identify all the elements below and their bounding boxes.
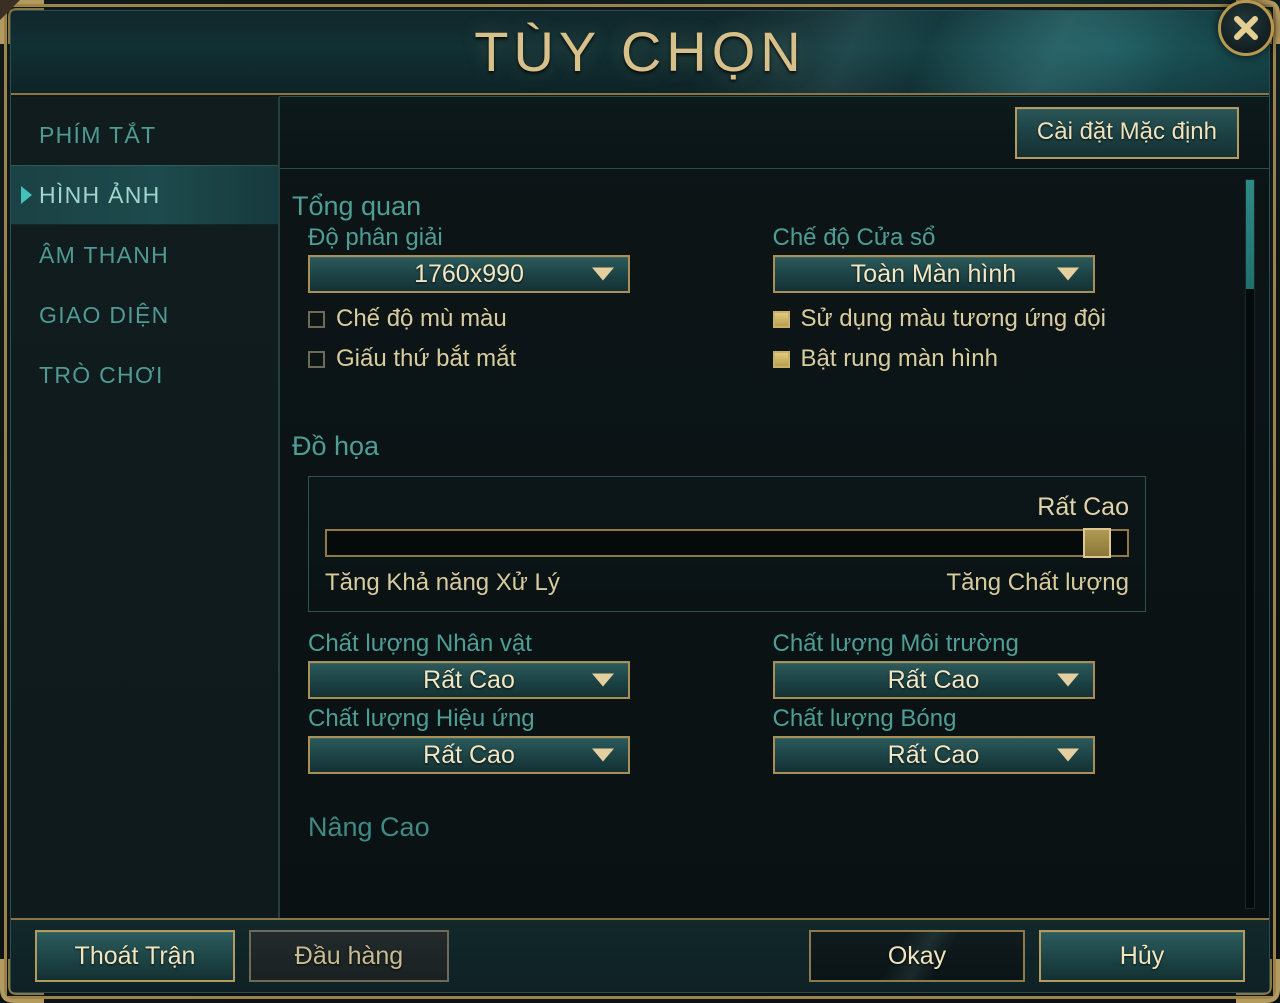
active-arrow-icon xyxy=(21,186,32,204)
graphics-quality-slider[interactable] xyxy=(325,528,1129,558)
shadow-quality-dropdown[interactable]: Rất Cao xyxy=(772,736,1095,774)
sidebar-item-video[interactable]: HÌNH ẢNH xyxy=(11,165,278,225)
sidebar-item-hotkeys[interactable]: PHÍM TẮT xyxy=(11,105,278,165)
title-bar: TÙY CHỌN xyxy=(11,11,1269,95)
resolution-label: Độ phân giải xyxy=(308,224,443,251)
character-quality-value: Rất Cao xyxy=(423,665,515,694)
footer-left-actions: Thoát Trận Đầu hàng xyxy=(35,930,449,982)
quality-row-1: Chất lượng Nhân vật Rất Cao Chất lượng M… xyxy=(292,630,1233,699)
quality-settings-grid: Chất lượng Nhân vật Rất Cao Chất lượng M… xyxy=(292,630,1233,774)
chevron-down-icon xyxy=(1056,748,1079,762)
page-title: TÙY CHỌN xyxy=(474,20,806,83)
chevron-down-icon xyxy=(592,267,614,281)
sidebar-item-label: TRÒ CHƠI xyxy=(39,361,164,388)
team-colors-checkbox-row[interactable]: Sử dụng màu tương ứng đội xyxy=(772,305,1234,333)
window-mode-value: Toàn Màn hình xyxy=(850,259,1017,288)
advanced-section-title: Nâng Cao xyxy=(308,812,430,842)
overview-left-column: Độ phân giải 1760x990 Chế độ mù màu Giấu… xyxy=(292,224,763,373)
restore-defaults-button[interactable]: Cài đặt Mặc định xyxy=(1014,106,1239,159)
team-colors-label: Sử dụng màu tương ứng đội xyxy=(800,305,1106,332)
chevron-down-icon xyxy=(592,673,614,687)
sidebar-item-interface[interactable]: GIAO DIỆN xyxy=(11,285,278,345)
environment-quality-label: Chất lượng Môi trường xyxy=(772,630,1019,657)
sidebar-item-game[interactable]: TRÒ CHƠI xyxy=(11,345,278,405)
slider-hint-performance: Tăng Khả năng Xử Lý xyxy=(325,569,560,596)
character-quality-dropdown[interactable]: Rất Cao xyxy=(308,661,630,699)
window-mode-dropdown[interactable]: Toàn Màn hình xyxy=(772,255,1095,293)
chevron-down-icon xyxy=(1056,267,1079,281)
options-window: TÙY CHỌN PHÍM TẮT HÌNH ẢNH ÂM THANH GIAO… xyxy=(0,0,1280,1003)
overview-section-title: Tổng quan xyxy=(292,191,422,221)
resolution-dropdown[interactable]: 1760x990 xyxy=(308,255,630,293)
shadow-quality-value: Rất Cao xyxy=(887,740,980,769)
character-quality-group: Chất lượng Nhân vật Rất Cao xyxy=(292,630,763,699)
shadow-quality-label: Chất lượng Bóng xyxy=(772,705,957,732)
screen-shake-checkbox[interactable] xyxy=(772,350,790,368)
overview-columns: Độ phân giải 1760x990 Chế độ mù màu Giấu… xyxy=(292,224,1233,373)
content-panel: Cài đặt Mặc định Tổng quan Độ phân giải … xyxy=(279,96,1269,921)
sidebar-item-sound[interactable]: ÂM THANH xyxy=(11,225,278,285)
content-scrollbar[interactable] xyxy=(1245,179,1255,909)
colorblind-mode-checkbox[interactable] xyxy=(308,310,325,328)
slider-hint-quality: Tăng Chất lượng xyxy=(946,569,1129,596)
quality-row-2: Chất lượng Hiệu ứng Rất Cao Chất lượng B… xyxy=(292,705,1233,774)
chevron-down-icon xyxy=(592,748,614,762)
okay-button[interactable]: Okay xyxy=(809,930,1025,982)
hide-eyecandy-label: Giấu thứ bắt mắt xyxy=(336,345,517,372)
character-quality-label: Chất lượng Nhân vật xyxy=(308,630,532,657)
scrollbar-thumb[interactable] xyxy=(1246,180,1254,290)
settings-scroll-viewport: Tổng quan Độ phân giải 1760x990 Chế độ m… xyxy=(280,169,1269,921)
exit-match-button[interactable]: Thoát Trận xyxy=(35,930,235,982)
sidebar-item-label: HÌNH ẢNH xyxy=(39,181,161,208)
environment-quality-group: Chất lượng Môi trường Rất Cao xyxy=(763,630,1234,699)
defaults-toolbar: Cài đặt Mặc định xyxy=(280,97,1269,169)
window-mode-label: Chế độ Cửa sổ xyxy=(772,224,936,251)
resolution-value: 1760x990 xyxy=(414,259,524,288)
hide-eyecandy-checkbox-row[interactable]: Giấu thứ bắt mắt xyxy=(308,345,763,373)
effects-quality-dropdown[interactable]: Rất Cao xyxy=(308,736,630,774)
hide-eyecandy-checkbox[interactable] xyxy=(308,350,325,368)
environment-quality-dropdown[interactable]: Rất Cao xyxy=(772,661,1095,699)
environment-quality-value: Rất Cao xyxy=(887,665,980,694)
team-colors-checkbox[interactable] xyxy=(772,310,790,328)
graphics-quality-panel: Rất Cao Tăng Khả năng Xử Lý Tăng Chất lư… xyxy=(308,476,1146,612)
effects-quality-value: Rất Cao xyxy=(423,740,515,769)
effects-quality-group: Chất lượng Hiệu ứng Rất Cao xyxy=(292,705,763,774)
close-button[interactable] xyxy=(1218,0,1274,56)
colorblind-mode-label: Chế độ mù màu xyxy=(336,305,507,332)
graphics-slider-hints: Tăng Khả năng Xử Lý Tăng Chất lượng xyxy=(325,569,1129,597)
colorblind-mode-checkbox-row[interactable]: Chế độ mù màu xyxy=(308,305,763,333)
graphics-section-title: Đồ họa xyxy=(292,431,380,461)
graphics-slider-value: Rất Cao xyxy=(1037,493,1129,521)
window-body: PHÍM TẮT HÌNH ẢNH ÂM THANH GIAO DIỆN TRÒ… xyxy=(11,96,1269,921)
sidebar-item-label: ÂM THANH xyxy=(39,241,170,268)
graphics-slider-handle[interactable] xyxy=(1083,528,1111,558)
sidebar-item-label: PHÍM TẮT xyxy=(39,121,157,148)
cancel-button[interactable]: Hủy xyxy=(1039,930,1245,982)
screen-shake-label: Bật rung màn hình xyxy=(800,345,998,372)
screen-shake-checkbox-row[interactable]: Bật rung màn hình xyxy=(772,345,1234,373)
close-x-icon xyxy=(1234,16,1258,40)
sidebar-item-label: GIAO DIỆN xyxy=(39,301,170,328)
shadow-quality-group: Chất lượng Bóng Rất Cao xyxy=(763,705,1234,774)
effects-quality-label: Chất lượng Hiệu ứng xyxy=(308,705,535,732)
sidebar: PHÍM TẮT HÌNH ẢNH ÂM THANH GIAO DIỆN TRÒ… xyxy=(11,97,279,921)
footer-right-actions: Okay Hủy xyxy=(809,930,1245,982)
overview-right-column: Chế độ Cửa sổ Toàn Màn hình Sử dụng màu … xyxy=(763,224,1234,373)
footer-bar: Thoát Trận Đầu hàng Okay Hủy xyxy=(11,918,1269,992)
surrender-button[interactable]: Đầu hàng xyxy=(249,930,449,982)
chevron-down-icon xyxy=(1056,673,1079,687)
